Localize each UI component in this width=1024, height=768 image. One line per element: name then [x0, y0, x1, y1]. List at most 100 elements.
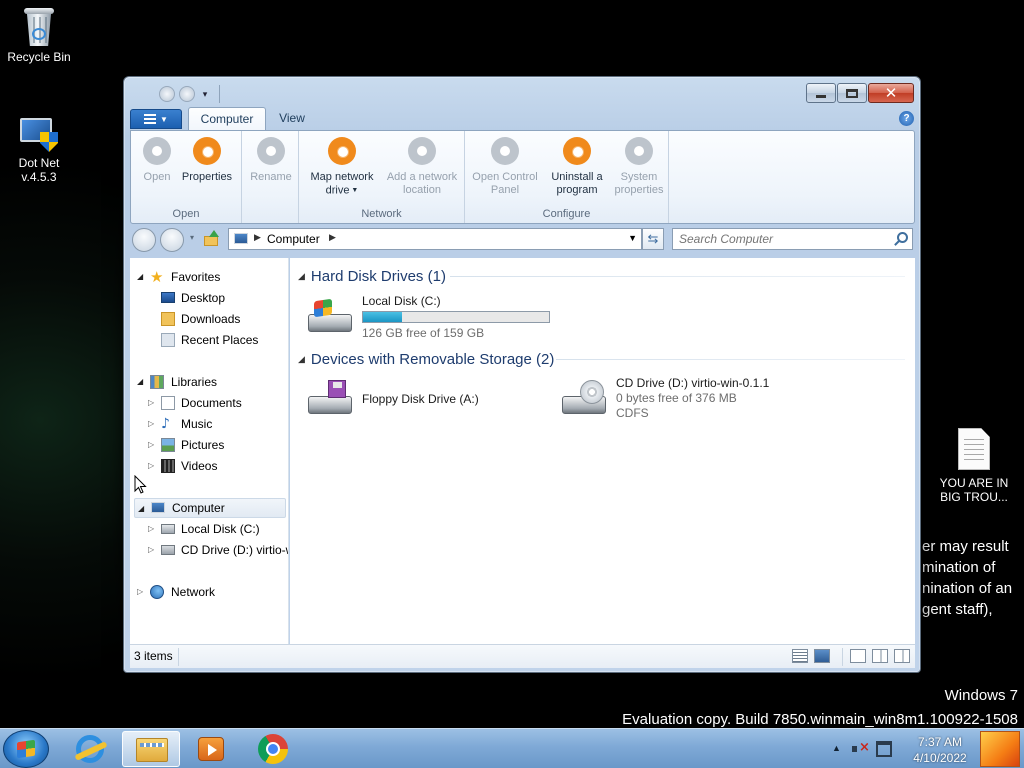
nav-cd-drive-label: CD Drive (D:) virtio-w [181, 543, 289, 557]
system-properties-button[interactable]: System properties [611, 137, 667, 197]
expanded-triangle-icon[interactable]: ◢ [138, 499, 144, 519]
chevron-right-icon[interactable]: ▶ [254, 232, 261, 243]
back-button[interactable] [132, 228, 156, 252]
nav-videos[interactable]: ▷ Videos [130, 456, 288, 476]
dotnet-shortcut[interactable]: Dot Net v.4.5.3 [1, 114, 77, 184]
properties-icon [193, 137, 221, 165]
help-icon[interactable]: ? [899, 111, 914, 126]
nav-local-disk[interactable]: ▷ Local Disk (C:) [130, 519, 288, 539]
large-icons-view-icon[interactable] [814, 649, 830, 663]
maximize-icon [846, 88, 858, 98]
collapsed-triangle-icon[interactable]: ▷ [148, 519, 154, 539]
preview-pane-toggle-icon[interactable] [850, 649, 866, 663]
speaker-muted-icon[interactable] [852, 740, 870, 756]
address-dropdown-icon[interactable]: ▼ [628, 233, 637, 243]
uninstall-program-button[interactable]: Uninstall a program [543, 137, 611, 197]
nav-cd-drive[interactable]: ▷ CD Drive (D:) virtio-w [130, 540, 289, 560]
collapsed-triangle-icon[interactable]: ▷ [137, 582, 143, 602]
breadcrumb-computer[interactable]: Computer [267, 232, 320, 246]
group-divider [450, 276, 905, 277]
properties-button[interactable]: Properties [177, 137, 237, 184]
uninstall-label: Uninstall a [551, 171, 603, 183]
expanded-triangle-icon[interactable]: ◢ [137, 267, 143, 287]
open-button[interactable]: Open [137, 137, 177, 184]
ransom-line: mination of [922, 559, 996, 576]
taskbar-media-player[interactable] [182, 731, 240, 767]
tab-computer[interactable]: Computer [188, 107, 266, 131]
nav-downloads[interactable]: Downloads [130, 309, 288, 329]
rename-button[interactable]: Rename [246, 137, 296, 184]
add-network-location-button[interactable]: Add a network location [381, 137, 463, 197]
status-separator [842, 648, 843, 666]
libraries-icon [150, 375, 164, 389]
network-status-icon[interactable] [876, 741, 892, 757]
network-icon [150, 585, 164, 599]
ransom-note-shortcut[interactable]: YOU ARE IN BIG TROU... [936, 428, 1012, 504]
cd-drive-filesystem: CDFS [616, 406, 649, 420]
group-header-removable-storage[interactable]: ◢ Devices with Removable Storage (2) [298, 349, 554, 369]
quick-access-toolbar: ▾ [159, 84, 220, 104]
expanded-triangle-icon[interactable]: ◢ [137, 372, 143, 392]
application-menu-button[interactable]: ▼ [130, 109, 182, 129]
qat-customize-dropdown-icon[interactable]: ▾ [199, 89, 211, 100]
show-desktop-button[interactable] [980, 731, 1020, 767]
details-view-icon[interactable] [792, 649, 808, 663]
collapsed-triangle-icon[interactable]: ▷ [148, 435, 154, 455]
search-icon[interactable] [897, 232, 908, 243]
collapsed-triangle-icon[interactable]: ▷ [148, 393, 154, 413]
address-bar[interactable]: ▶ Computer ▶ ▼ [228, 228, 642, 250]
search-input[interactable] [679, 229, 889, 249]
close-button[interactable]: ✕ [868, 83, 914, 103]
nav-documents[interactable]: ▷ Documents [130, 393, 288, 413]
tab-view[interactable]: View [270, 107, 314, 131]
nav-pictures[interactable]: ▷ Pictures [130, 435, 288, 455]
nav-music[interactable]: ▷ ♪ Music [130, 414, 288, 434]
map-network-drive-button[interactable]: Map network drive ▼ [303, 137, 381, 197]
navigation-pane: ◢ ★ Favorites Desktop Downloads Recent P… [130, 258, 289, 644]
recent-pages-dropdown-icon[interactable]: ▾ [190, 233, 194, 242]
details-pane-toggle-icon[interactable] [872, 649, 888, 663]
group-label-network: Network [361, 208, 402, 220]
maximize-button[interactable] [837, 83, 867, 103]
floppy-drive-item[interactable]: Floppy Disk Drive (A:) [362, 392, 479, 407]
recycle-bin-shortcut[interactable]: Recycle Bin [1, 8, 77, 64]
minimize-button[interactable] [806, 83, 836, 103]
nav-favorites[interactable]: ◢ ★ Favorites [130, 267, 288, 287]
forward-button[interactable] [160, 228, 184, 252]
cd-drive-item[interactable]: CD Drive (D:) virtio-win-0.1.1 0 bytes f… [616, 376, 769, 421]
collapsed-triangle-icon[interactable]: ▷ [148, 540, 154, 560]
show-hidden-icons-icon[interactable]: ▲ [832, 743, 841, 753]
group-header-hard-disk-drives[interactable]: ◢ Hard Disk Drives (1) [298, 266, 446, 286]
chevron-right-icon[interactable]: ▶ [329, 232, 336, 243]
nav-computer[interactable]: ◢ Computer [134, 498, 286, 518]
local-disk-item[interactable]: Local Disk (C:) 126 GB free of 159 GB [362, 294, 550, 341]
nav-network[interactable]: ▷ Network [130, 582, 288, 602]
collapse-triangle-icon[interactable]: ◢ [298, 271, 305, 281]
window-caption-buttons: ✕ [806, 83, 914, 103]
collapsed-triangle-icon[interactable]: ▷ [148, 456, 154, 476]
refresh-button[interactable]: ⇆ [642, 228, 664, 250]
status-separator [178, 648, 179, 666]
collapse-triangle-icon[interactable]: ◢ [298, 354, 305, 364]
nav-recent-places[interactable]: Recent Places [130, 330, 288, 350]
hard-drive-icon [161, 524, 175, 534]
collapsed-triangle-icon[interactable]: ▷ [148, 414, 154, 434]
navigation-pane-toggle-icon[interactable] [894, 649, 910, 663]
floppy-drive-icon[interactable] [308, 380, 354, 416]
open-control-panel-button[interactable]: Open Control Panel [467, 137, 543, 197]
start-button[interactable] [3, 730, 49, 768]
nav-desktop[interactable]: Desktop [130, 288, 288, 308]
taskbar-chrome[interactable] [244, 731, 302, 767]
cd-drive-item-icon[interactable] [562, 380, 608, 416]
chevron-down-icon: ▼ [160, 114, 168, 124]
up-folder-button[interactable] [204, 230, 220, 247]
nav-videos-label: Videos [181, 459, 218, 473]
nav-pictures-label: Pictures [181, 438, 225, 452]
nav-libraries[interactable]: ◢ Libraries [130, 372, 288, 392]
taskbar-windows-explorer[interactable] [122, 731, 180, 767]
qat-new-folder-button[interactable] [179, 86, 195, 102]
local-disk-icon[interactable] [308, 298, 354, 334]
taskbar-internet-explorer[interactable] [60, 731, 118, 767]
qat-properties-button[interactable] [159, 86, 175, 102]
clock[interactable]: 7:37 AM 4/10/2022 [902, 734, 978, 766]
